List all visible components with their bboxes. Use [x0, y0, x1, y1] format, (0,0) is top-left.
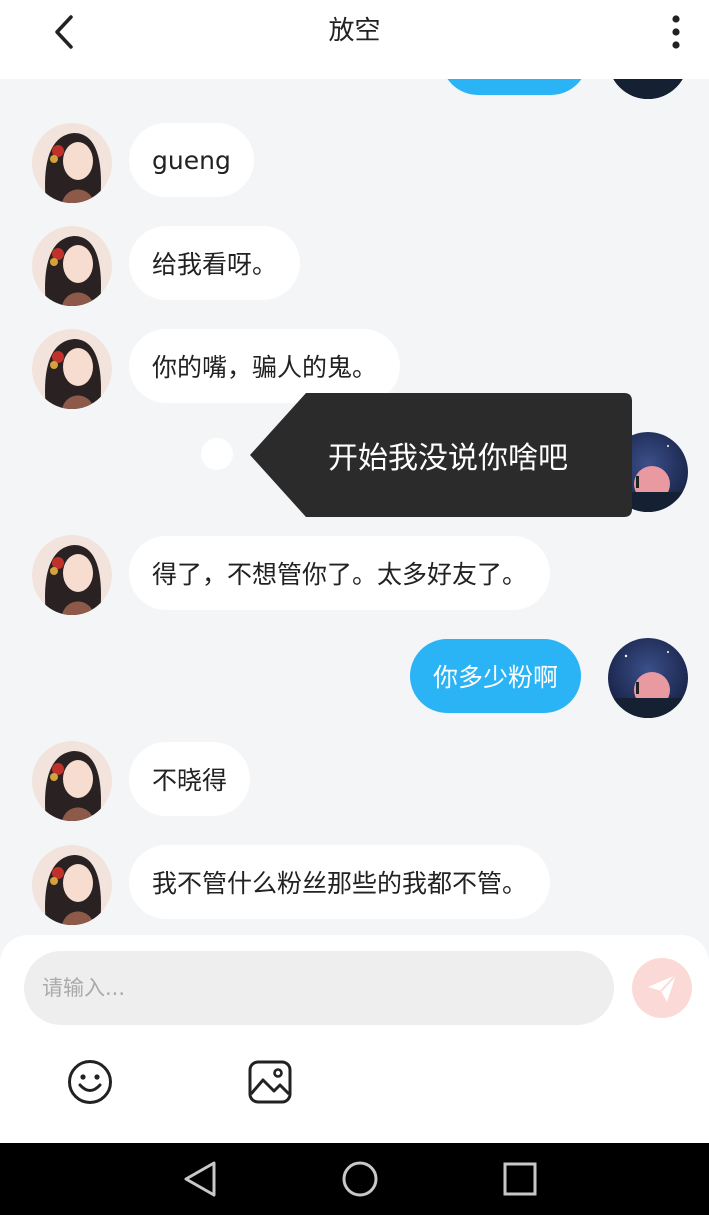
message-bubble-incoming[interactable]: 我不管什么粉丝那些的我都不管。 [129, 845, 551, 919]
image-button[interactable] [246, 1058, 294, 1106]
square-recents-icon [503, 1162, 537, 1196]
message-popup-tooltip[interactable]: 开始我没说你啥吧 [250, 393, 632, 517]
avatar-contact[interactable] [32, 845, 112, 925]
message-bubble-outgoing-partial[interactable] [441, 79, 588, 95]
loading-dot [201, 438, 233, 470]
avatar-contact[interactable] [32, 741, 112, 821]
page-title: 放空 [328, 16, 381, 46]
message-list[interactable]: gueng 给我看呀。 你的嘴，骗人的鬼。 开始我没说你啥吧 得了，不想管你了。… [0, 79, 709, 935]
avatar-contact[interactable] [32, 329, 112, 409]
message-bubble-incoming[interactable]: 不晓得 [129, 742, 251, 816]
avatar-self[interactable] [608, 79, 688, 99]
message-bubble-incoming[interactable]: 给我看呀。 [129, 226, 301, 300]
message-bubble-outgoing[interactable]: 你多少粉啊 [410, 639, 582, 713]
nav-back-button[interactable] [180, 1159, 220, 1199]
more-vertical-icon [672, 15, 680, 49]
image-icon [248, 1060, 292, 1104]
avatar-contact[interactable] [32, 226, 112, 306]
smiley-icon [68, 1060, 112, 1104]
system-nav-bar [0, 1143, 709, 1215]
nav-recents-button[interactable] [500, 1159, 540, 1199]
avatar-self[interactable] [608, 638, 688, 718]
chat-screen: 放空 gueng 给我看呀。 你的嘴，骗人的鬼。 开始我没说你啥吧 得了，不想管… [0, 0, 709, 1215]
more-options-button[interactable] [654, 8, 698, 56]
circle-home-icon [342, 1161, 378, 1197]
avatar-contact[interactable] [32, 535, 112, 615]
nav-home-button[interactable] [340, 1159, 380, 1199]
send-icon [648, 974, 677, 1002]
composer-panel [0, 935, 709, 1143]
message-input[interactable] [24, 951, 614, 1025]
avatar-contact[interactable] [32, 123, 112, 203]
message-bubble-incoming[interactable]: 得了，不想管你了。太多好友了。 [129, 536, 551, 610]
send-button[interactable] [632, 958, 692, 1018]
emoji-button[interactable] [66, 1058, 114, 1106]
triangle-back-icon [184, 1161, 216, 1197]
message-bubble-incoming[interactable]: gueng [129, 123, 254, 197]
top-bar: 放空 [0, 0, 709, 79]
popup-text: 开始我没说你啥吧 [328, 441, 568, 476]
message-bubble-incoming[interactable]: 你的嘴，骗人的鬼。 [129, 329, 401, 403]
